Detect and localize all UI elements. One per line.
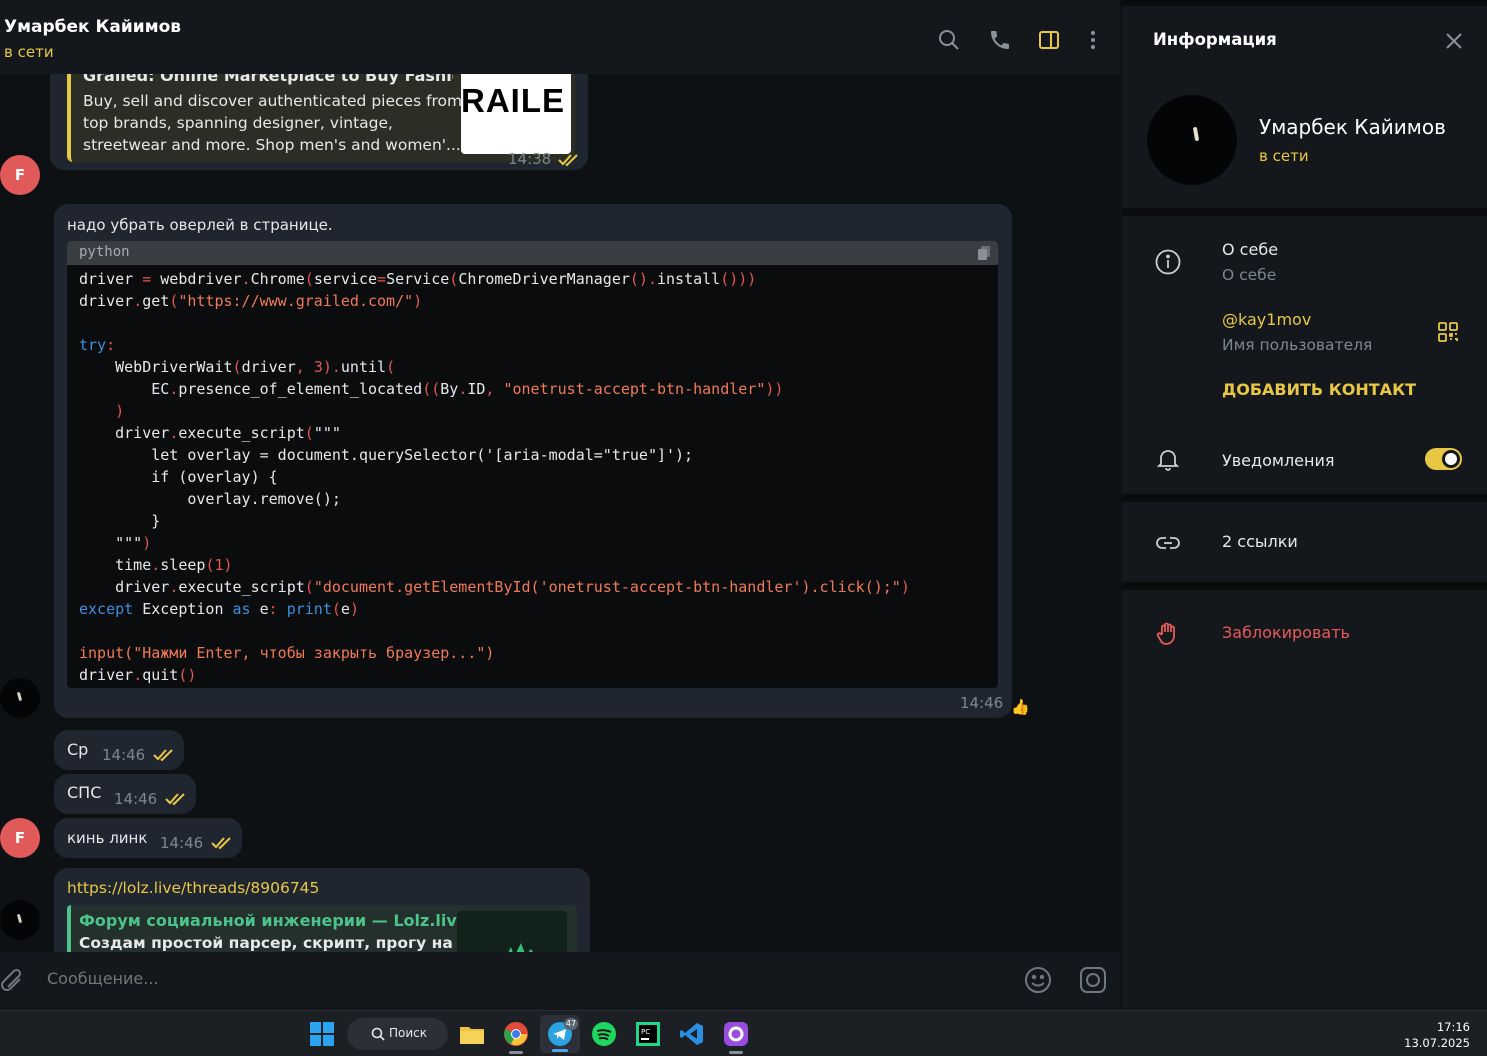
video-message-icon[interactable]	[1079, 966, 1107, 994]
preview-description: Создам простой парсер, скрипт, прогу на	[79, 934, 453, 952]
info-title: Информация	[1153, 30, 1277, 49]
notifications-toggle[interactable]	[1425, 448, 1462, 470]
username[interactable]: @kay1mov	[1222, 310, 1311, 329]
sidebar-toggle-icon[interactable]	[1037, 28, 1061, 52]
message-text: надо убрать оверлей в странице.	[67, 216, 333, 234]
taskbar: Поиск 47 PC 17:16 13.07.2025	[0, 1010, 1487, 1056]
telegram-taskbar-button[interactable]: 47	[540, 1015, 580, 1053]
code-content: driver = webdriver.Chrome(service=Servic…	[79, 270, 910, 684]
chat-panel: Умарбек Кайимов в сети Grailed: Online M…	[0, 0, 1120, 1010]
info-panel: Информация Умарбек Кайимов в сети О себе…	[1122, 0, 1487, 1010]
bell-icon	[1156, 450, 1180, 471]
read-ticks-icon	[558, 154, 578, 167]
copy-icon[interactable]	[978, 246, 990, 260]
message-text: Ср	[67, 740, 89, 759]
chrome-active-indicator	[509, 1051, 523, 1054]
message-bubble[interactable]: Grailed: Online Marketplace to Buy Fashi…	[50, 74, 588, 170]
chat-header[interactable]: Умарбек Кайимов в сети	[0, 0, 1120, 74]
message-text: кинь линк	[67, 829, 148, 847]
message-time: 14:46	[114, 790, 158, 808]
more-menu-icon[interactable]	[1081, 28, 1105, 52]
message-text: СПС	[67, 783, 102, 802]
code-message-bubble[interactable]: надо убрать оверлей в странице. python d…	[54, 204, 1012, 718]
preview-image	[457, 911, 567, 952]
emoji-icon[interactable]	[1024, 966, 1052, 994]
links-card[interactable]: 2 ссылки	[1122, 502, 1487, 582]
add-contact-button[interactable]: ДОБАВИТЬ КОНТАКТ	[1222, 380, 1416, 399]
taskbar-search-label: Поиск	[389, 1026, 428, 1040]
preview-title: Grailed: Online Marketplace to Buy Fashi…	[83, 74, 453, 85]
read-ticks-icon	[211, 837, 231, 850]
link-preview[interactable]: Форум социальной инженерии — Lolz.live (…	[67, 905, 577, 952]
vscode-icon[interactable]	[679, 1021, 705, 1047]
preview-image-text: RAILE	[461, 82, 565, 119]
pycharm-icon[interactable]: PC	[635, 1021, 661, 1047]
close-icon[interactable]	[1444, 31, 1464, 51]
preview-image-logo-icon	[508, 943, 533, 952]
reaction-thumbs-up[interactable]: 👍	[1011, 698, 1030, 716]
phone-icon[interactable]	[988, 28, 1012, 52]
chat-status: в сети	[4, 43, 54, 61]
danger-card: Заблокировать	[1122, 590, 1487, 1010]
taskbar-search[interactable]: Поиск	[347, 1018, 448, 1050]
message-bubble[interactable]: СПС 14:46	[54, 774, 196, 814]
attach-icon[interactable]	[0, 967, 26, 995]
link-preview[interactable]: Grailed: Online Marketplace to Buy Fashi…	[67, 74, 575, 162]
username-sub: Имя пользователя	[1222, 336, 1373, 354]
preview-title: Форум социальной инженерии — Lolz.live (…	[79, 911, 499, 930]
message-list[interactable]: Grailed: Online Marketplace to Buy Fashi…	[0, 74, 1120, 952]
spotify-icon[interactable]	[591, 1021, 617, 1047]
block-button[interactable]: Заблокировать	[1222, 623, 1350, 642]
windows-start-icon[interactable]	[309, 1021, 335, 1047]
code-header: python	[67, 241, 998, 265]
file-explorer-icon[interactable]	[459, 1021, 485, 1047]
telegram-unread-badge: 47	[564, 1018, 578, 1030]
clock-time: 17:16	[1436, 1020, 1470, 1034]
telegram-active-indicator	[552, 1049, 568, 1052]
app-launcher-icon[interactable]	[723, 1021, 749, 1047]
search-icon[interactable]	[937, 28, 961, 52]
preview-description: Buy, sell and discover authenticated pie…	[83, 92, 463, 154]
app-active-indicator	[729, 1051, 743, 1054]
avatar[interactable]	[0, 900, 40, 940]
message-composer	[0, 952, 1120, 1010]
message-bubble[interactable]: Ср 14:46	[54, 730, 184, 770]
profile-name: Умарбек Кайимов	[1259, 115, 1446, 139]
message-time: 14:46	[960, 694, 1004, 712]
profile-status: в сети	[1259, 147, 1309, 165]
avatar[interactable]	[0, 678, 40, 718]
profile-avatar[interactable]	[1147, 95, 1237, 185]
block-hand-icon	[1156, 622, 1175, 645]
code-block[interactable]: python driver = webdriver.Chrome(service…	[67, 241, 998, 688]
chat-title[interactable]: Умарбек Кайимов	[4, 17, 181, 37]
about-sub: О себе	[1222, 266, 1277, 284]
message-bubble[interactable]: https://lolz.live/threads/8906745 Форум …	[54, 868, 590, 952]
info-icon	[1155, 249, 1181, 275]
message-time: 14:46	[102, 746, 146, 764]
message-bubble[interactable]: кинь линк 14:46	[54, 818, 242, 858]
avatar[interactable]: F	[0, 155, 40, 195]
system-clock[interactable]: 17:16 13.07.2025	[1404, 1019, 1470, 1051]
chrome-icon[interactable]	[503, 1021, 529, 1047]
read-ticks-icon	[165, 793, 185, 806]
notifications-label: Уведомления	[1222, 451, 1335, 470]
preview-image: RAILE	[461, 74, 571, 154]
clock-date: 13.07.2025	[1404, 1036, 1470, 1050]
message-time: 14:46	[160, 834, 204, 852]
links-label[interactable]: 2 ссылки	[1222, 532, 1298, 551]
details-card: О себе О себе @kay1mov Имя пользователя …	[1122, 216, 1487, 494]
link-icon	[1156, 537, 1180, 549]
search-icon	[371, 1027, 385, 1041]
message-link[interactable]: https://lolz.live/threads/8906745	[67, 879, 319, 897]
profile-card: Информация Умарбек Кайимов в сети	[1122, 6, 1487, 208]
code-language: python	[79, 244, 130, 260]
avatar[interactable]: F	[0, 818, 40, 858]
message-time: 14:38	[508, 150, 552, 168]
qr-code-icon[interactable]	[1438, 322, 1458, 342]
svg-text:PC: PC	[641, 1028, 650, 1036]
telegram-window: Умарбек Кайимов в сети Grailed: Online M…	[0, 0, 1487, 1010]
message-input[interactable]	[47, 969, 947, 988]
about-label: О себе	[1222, 240, 1279, 259]
read-ticks-icon	[153, 749, 173, 762]
